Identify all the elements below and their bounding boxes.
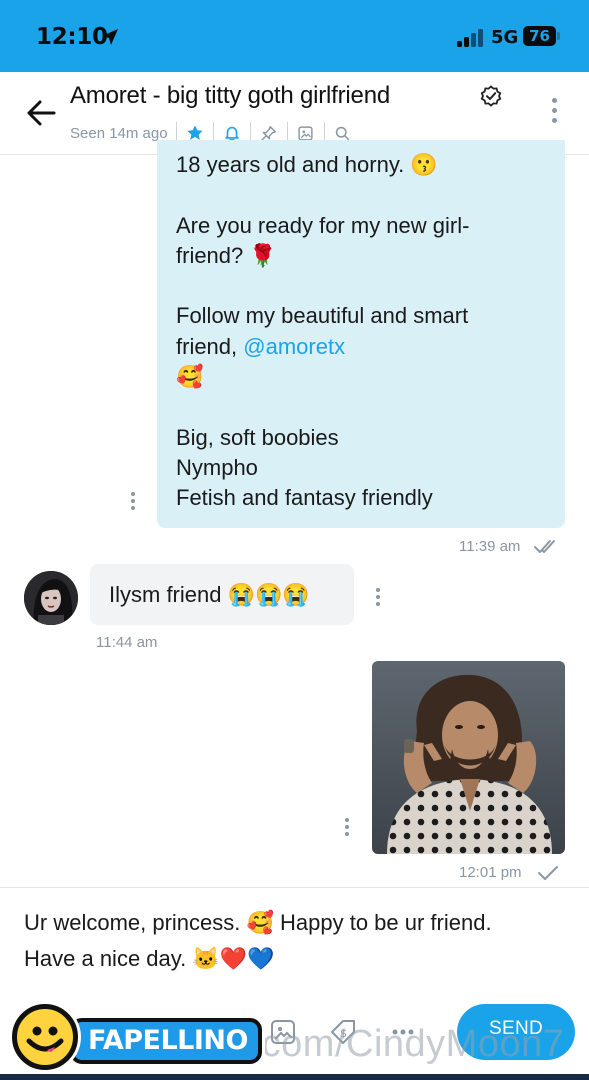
outgoing-message-bubble: 18 years old and horny. 😗 Are you ready … [157, 140, 565, 528]
message-gap [176, 180, 547, 210]
message-line: 🥰 [176, 364, 204, 390]
last-seen: Seen 14m ago [70, 124, 168, 142]
battery-icon: 76 [523, 26, 556, 46]
check-icon [538, 866, 558, 880]
message-gap [176, 271, 547, 301]
message-options-icon[interactable] [374, 588, 382, 608]
watermark-logo-text: FAPELLINO [70, 1018, 262, 1064]
status-bar: 12:10 5G 76 [0, 0, 589, 72]
message-options-icon[interactable] [129, 492, 137, 512]
message-time: 11:39 am [459, 538, 521, 555]
avatar[interactable] [24, 571, 78, 625]
bottom-strip [0, 1074, 589, 1080]
photo-message[interactable] [372, 661, 565, 854]
location-arrow-icon [102, 29, 118, 45]
message-line: Follow my beautiful and smart [176, 303, 469, 329]
message-time: 11:44 am [96, 634, 158, 651]
verified-icon [480, 85, 502, 107]
mention-link[interactable]: @amoretx [243, 334, 345, 359]
message-line: Nympho [176, 454, 258, 480]
message-input-line: Have a nice day. 🐱❤️💙 [24, 946, 275, 971]
message-text: friend, [176, 333, 244, 359]
message-input-line: Ur welcome, princess. 🥰 Happy to be ur f… [24, 910, 492, 935]
status-time: 12:10 [36, 24, 108, 50]
watermark-logo-icon [12, 1004, 78, 1070]
message-line: Big, soft boobies [176, 424, 339, 450]
message-gap [176, 392, 547, 422]
message-line: Are you ready for my new girl- [176, 212, 470, 238]
message-time: 12:01 pm [459, 864, 522, 881]
battery-tip [557, 32, 560, 40]
message-options-icon[interactable] [343, 818, 351, 838]
message-line: 18 years old and horny. 😗 [176, 152, 438, 177]
chat-title[interactable]: Amoret - big titty goth girlfriend [70, 82, 390, 110]
message-line: Fetish and fantasy friendly [176, 485, 433, 511]
message-input[interactable]: Ur welcome, princess. 🥰 Happy to be ur f… [24, 905, 564, 977]
message-line: friend, @amoretx [176, 332, 547, 362]
double-check-icon [534, 540, 555, 553]
incoming-message-bubble: Ilysm friend 😭😭😭 [90, 564, 354, 625]
signal-icon [457, 29, 483, 47]
more-vertical-icon[interactable] [544, 98, 564, 128]
network-label: 5G [491, 27, 519, 48]
message-line: friend? 🌹 [176, 242, 277, 268]
back-arrow-icon[interactable] [24, 98, 58, 128]
